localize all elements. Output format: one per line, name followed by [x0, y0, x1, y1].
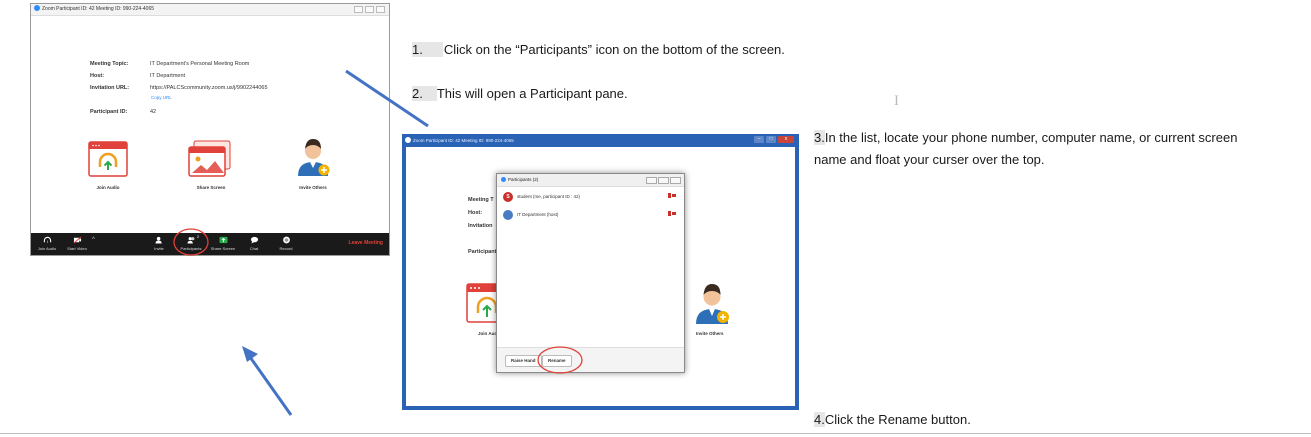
- invitation-url-value: https://PALCScommunity.zoom.us/j/9902244…: [150, 85, 268, 91]
- chat-icon: [250, 236, 258, 244]
- pane-window-controls: [646, 177, 681, 184]
- maximize-icon[interactable]: [365, 6, 374, 13]
- minimize-icon[interactable]: [646, 177, 657, 184]
- meeting-toolbar: Join Audio Start Video ^ Invite Particip…: [31, 233, 389, 255]
- toolbar-label: Join Audio: [37, 246, 57, 251]
- step-text: In the list, locate your phone number, c…: [824, 130, 1238, 145]
- toolbar-label: Start Video: [67, 246, 87, 251]
- join-audio-tile-label: Join Audio: [96, 185, 120, 190]
- avatar: S: [503, 191, 513, 202]
- meeting-topic-label: Meeting Topic:: [90, 61, 129, 67]
- record-icon: [282, 236, 290, 244]
- zoom-logo-icon: [34, 5, 40, 11]
- step-text: Click on the “Participants” icon on the …: [443, 42, 785, 57]
- minimize-icon[interactable]: –: [754, 136, 764, 143]
- step-3-continued: name and float your curser over the top.: [814, 152, 1045, 167]
- meeting-topic-row: Meeting Topic:: [90, 61, 128, 67]
- invite-others-tile-label: Invite Others: [299, 185, 327, 190]
- step-text: This will open a Participant pane.: [436, 86, 628, 101]
- toolbar-start-video[interactable]: Start Video: [62, 235, 92, 251]
- maximize-icon[interactable]: □: [766, 136, 776, 143]
- rename-highlight-circle: [537, 346, 583, 374]
- share-screen-tile-icon[interactable]: [188, 140, 232, 178]
- toolbar-record[interactable]: Record: [271, 235, 301, 251]
- bg-label: Participant: [468, 249, 497, 255]
- toolbar-join-audio[interactable]: Join Audio: [32, 235, 62, 251]
- bg-label: Meeting T: [468, 197, 494, 203]
- toolbar-share-screen[interactable]: Share Screen: [208, 235, 238, 251]
- headphones-icon: [43, 236, 51, 244]
- copy-url-link[interactable]: Copy URL: [151, 95, 172, 100]
- toolbar-label: Record: [279, 246, 293, 251]
- participant-row[interactable]: IT Department (host): [503, 209, 680, 221]
- zoom-logo-icon: [405, 137, 411, 143]
- participant-name: student (me, participant ID : 42): [517, 194, 581, 199]
- host-value: IT Department: [150, 73, 186, 79]
- arrow-up-to-toolbar: [242, 346, 293, 416]
- invite-others-tile-label: Invite Others: [696, 331, 724, 336]
- bg-label: Invitation: [468, 223, 493, 229]
- window-titlebar: Zoom Participant ID: 42 Meeting ID: 990-…: [31, 4, 389, 16]
- step-text: Click the Rename button.: [824, 412, 971, 427]
- zoom-meeting-screenshot: Zoom Participant ID: 42 Meeting ID: 990-…: [30, 3, 390, 256]
- pane-footer: Raise Hand Rename: [497, 347, 684, 372]
- step-number: 1.: [412, 42, 443, 57]
- participants-highlight-circle: [173, 228, 209, 256]
- pane-titlebar: Participants (2): [497, 174, 684, 187]
- window-titlebar: Zoom Participant ID: 42 Meeting ID: 990-…: [402, 134, 799, 147]
- share-screen-icon: [219, 236, 227, 244]
- invite-others-tile-icon[interactable]: [692, 281, 732, 326]
- invite-icon: [155, 236, 162, 244]
- step-number: 3.: [814, 130, 825, 145]
- avatar: [503, 209, 513, 220]
- minimize-icon[interactable]: [354, 6, 363, 13]
- step-1: 1. Click on the “Participants” icon on th…: [412, 42, 785, 57]
- toolbar-label: Invite: [154, 246, 164, 251]
- close-icon[interactable]: x: [778, 136, 794, 143]
- toolbar-chat[interactable]: Chat: [239, 235, 269, 251]
- bg-label: Host:: [468, 210, 483, 216]
- participant-id-label: Participant ID:: [90, 109, 128, 115]
- close-icon[interactable]: [376, 6, 385, 13]
- step-3: 3.In the list, locate your phone number,…: [814, 130, 1237, 145]
- maximize-icon[interactable]: [658, 177, 669, 184]
- mic-video-status-icon: [668, 211, 676, 216]
- mic-video-status-icon: [668, 193, 676, 198]
- step-number: 2.: [412, 86, 437, 101]
- toolbar-invite[interactable]: Invite: [144, 235, 174, 251]
- pane-title: Participants (2): [508, 177, 539, 182]
- window-controls: [354, 6, 385, 13]
- share-screen-tile-label: Share Screen: [196, 185, 226, 190]
- window-title: Zoom Participant ID: 42 Meeting ID: 990-…: [42, 6, 155, 12]
- invitation-url-label: Invitation URL:: [90, 85, 130, 91]
- participant-row[interactable]: Sstudent (me, participant ID : 42): [503, 191, 680, 203]
- join-audio-tile-icon[interactable]: [466, 283, 500, 323]
- leave-meeting-button[interactable]: Leave Meeting: [349, 240, 383, 246]
- step-2: 2. This will open a Participant pane.: [412, 86, 628, 101]
- zoom-logo-icon: [501, 177, 506, 182]
- page-divider: [0, 433, 1311, 434]
- meeting-topic-value: IT Department's Personal Meeting Room: [150, 61, 250, 67]
- participants-pane: Participants (2) Sstudent (me, participa…: [496, 173, 685, 373]
- invite-others-tile-icon[interactable]: [294, 136, 332, 178]
- window-title: Zoom Participant ID: 42 Meeting ID: 990-…: [413, 138, 514, 143]
- toolbar-label: Share Screen: [210, 246, 236, 251]
- join-audio-tile-icon[interactable]: [88, 141, 128, 177]
- host-label: Host:: [90, 73, 105, 79]
- step-number: 4.: [814, 412, 825, 427]
- chevron-up-icon[interactable]: ^: [92, 237, 95, 243]
- window-controls: – □ x: [754, 136, 794, 143]
- toolbar-label: Chat: [249, 246, 259, 251]
- video-off-icon: [73, 236, 81, 244]
- text-cursor-icon: I: [894, 93, 899, 109]
- participant-id-value: 42: [150, 109, 157, 115]
- participant-name: IT Department (host): [517, 212, 559, 217]
- close-icon[interactable]: [670, 177, 681, 184]
- step-4: 4.Click the Rename button.: [814, 412, 971, 427]
